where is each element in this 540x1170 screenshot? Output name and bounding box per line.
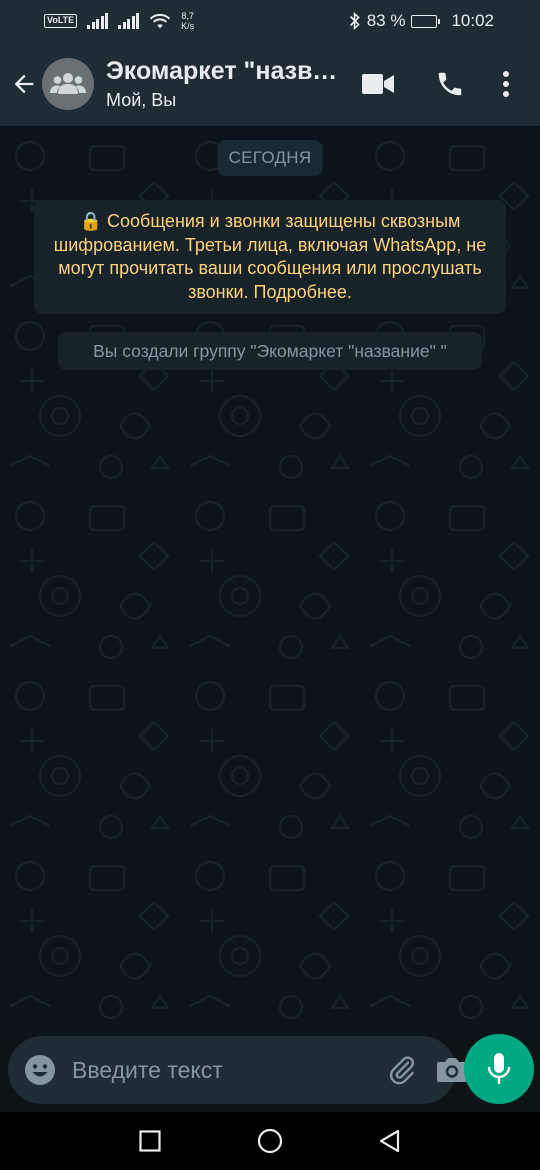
status-left: VoLTE 8,7 K/s [44, 11, 194, 31]
encryption-notice[interactable]: 🔒 Сообщения и звонки защищены сквозным ш… [34, 200, 506, 314]
battery-percent: 83 % [366, 11, 406, 30]
group-icon [50, 73, 86, 94]
recents-button[interactable] [130, 1121, 170, 1161]
clock: 10:02 [451, 11, 494, 30]
system-message: Вы создали группу "Экомаркет "название" … [58, 332, 482, 370]
wifi-icon [150, 13, 171, 29]
menu-button[interactable] [486, 54, 526, 114]
more-vertical-icon [503, 71, 509, 97]
group-avatar[interactable] [42, 58, 94, 110]
voice-call-button[interactable] [414, 54, 486, 114]
paperclip-icon [389, 1056, 415, 1085]
emoji-icon [25, 1055, 55, 1085]
home-button[interactable] [250, 1121, 290, 1161]
phone-icon [438, 72, 462, 96]
video-camera-icon [362, 74, 394, 94]
chat-participants: Мой, Вы [106, 90, 177, 110]
chat-area[interactable]: СЕГОДНЯ 🔒 Сообщения и звонки защищены ск… [0, 126, 540, 1034]
signal-icon [87, 13, 109, 29]
system-nav-bar [0, 1112, 540, 1170]
square-icon [139, 1130, 161, 1152]
header-actions [342, 54, 540, 114]
network-speed: 8,7 K/s [181, 11, 194, 31]
voice-message-button[interactable] [464, 1034, 534, 1104]
bluetooth-icon [349, 12, 360, 30]
volte-badge: VoLTE [44, 14, 78, 28]
back-button[interactable] [0, 42, 48, 126]
status-bar: VoLTE 8,7 K/s 83 % 10:02 [0, 0, 540, 42]
signal-icon-2 [118, 13, 140, 29]
status-right: 83 % 10:02 [349, 11, 494, 31]
battery-icon [411, 14, 441, 28]
circle-icon [257, 1128, 283, 1154]
microphone-icon [487, 1053, 511, 1084]
arrow-left-icon [14, 74, 34, 94]
date-chip: СЕГОДНЯ [217, 140, 323, 176]
triangle-back-icon [379, 1129, 400, 1153]
speed-value: 8,7 [181, 11, 194, 21]
emoji-button[interactable] [24, 1054, 56, 1086]
speed-unit: K/s [181, 21, 195, 31]
message-input[interactable] [72, 1050, 368, 1090]
chat-title: Экомаркет "название" [106, 57, 338, 85]
message-composer [8, 1036, 467, 1104]
attach-button[interactable] [386, 1050, 418, 1090]
chat-header: Экомаркет "название" Мой, Вы [0, 42, 540, 126]
video-call-button[interactable] [342, 54, 414, 114]
back-nav-button[interactable] [370, 1121, 410, 1161]
chat-title-block[interactable]: Экомаркет "название" Мой, Вы [106, 57, 338, 111]
